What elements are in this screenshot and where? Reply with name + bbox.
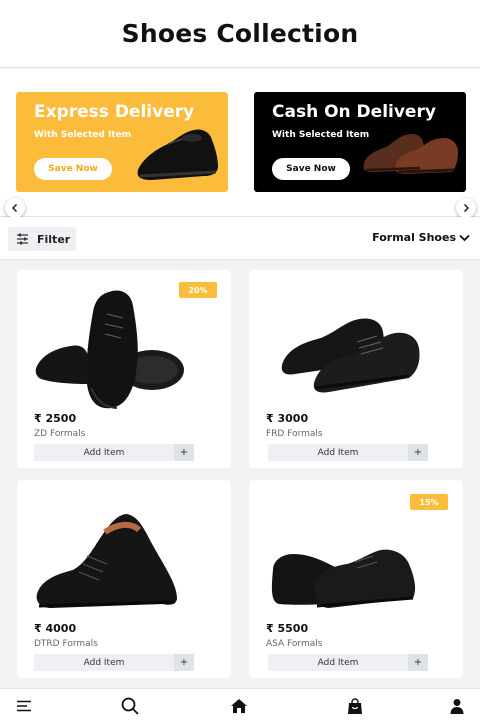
home-button[interactable] [229,696,249,716]
bottom-navigation [0,688,480,721]
shoe-image [363,134,458,174]
plus-button[interactable]: + [174,654,194,671]
add-item-button[interactable]: Add Item [34,654,174,671]
product-price: ₹ 2500 [34,412,77,425]
user-icon [450,699,464,714]
product-card[interactable]: 20% ₹ 2500 ZD Formals Add Item + [17,270,231,468]
filter-label: Filter [37,232,71,246]
banner-title: Express Delivery [34,102,195,122]
product-card[interactable]: ₹ 4000 DTRD Formals Add Item + [17,480,231,678]
product-image [35,290,184,409]
banner-subtitle: With Selected Item [34,130,132,140]
add-item-control: Add Item + [34,444,194,461]
menu-icon [17,700,31,712]
shoe-image [137,129,218,180]
product-price: ₹ 5500 [266,622,309,635]
product-image [271,549,416,608]
save-now-button[interactable]: Save Now [272,158,350,180]
product-price: ₹ 3000 [266,412,309,425]
add-item-button[interactable]: Add Item [34,444,174,461]
banner-title: Cash On Delivery [272,102,436,122]
product-brand: FRD Formals [266,429,323,439]
product-image [36,514,178,608]
banner-cash-on-delivery[interactable]: Cash On Delivery With Selected Item Save… [254,92,466,192]
page-title: Shoes Collection [121,19,359,48]
chevron-right-icon [463,203,470,213]
add-item-control: Add Item + [268,654,428,671]
save-now-button[interactable]: Save Now [34,158,112,180]
home-icon [231,699,247,713]
carousel-next-button[interactable] [456,198,476,218]
plus-button[interactable]: + [408,654,428,671]
search-button[interactable] [120,696,140,716]
product-brand: ZD Formals [34,429,86,439]
app-header: Shoes Collection [0,0,480,68]
product-brand: DTRD Formals [34,639,98,649]
plus-button[interactable]: + [408,444,428,461]
filter-button[interactable]: Filter [8,227,76,251]
category-label: Formal Shoes [372,231,456,244]
banner-express-delivery[interactable]: Express Delivery With Selected Item Save… [16,92,228,192]
carousel-prev-button[interactable] [5,198,25,218]
product-image [281,318,420,393]
product-price: ₹ 4000 [34,622,77,635]
filter-bar: Filter Formal Shoes [0,217,480,260]
search-icon [121,697,139,715]
product-brand: ASA Formals [266,639,323,649]
chevron-left-icon [11,203,18,213]
cart-button[interactable] [345,696,365,716]
add-item-control: Add Item + [34,654,194,671]
category-dropdown[interactable]: Formal Shoes [372,231,470,244]
sliders-icon [17,233,28,245]
chevron-down-icon [459,234,470,241]
add-item-button[interactable]: Add Item [268,444,408,461]
plus-button[interactable]: + [174,444,194,461]
menu-button[interactable] [14,696,34,716]
profile-button[interactable] [447,696,467,716]
add-item-control: Add Item + [268,444,428,461]
banner-subtitle: With Selected Item [272,130,370,140]
promo-carousel[interactable]: Express Delivery With Selected Item Save… [0,69,480,218]
add-item-button[interactable]: Add Item [268,654,408,671]
product-card[interactable]: ₹ 3000 FRD Formals Add Item + [249,270,463,468]
product-card[interactable]: 15% ₹ 5500 ASA Formals Add Item + [249,480,463,678]
bag-icon [348,697,362,714]
